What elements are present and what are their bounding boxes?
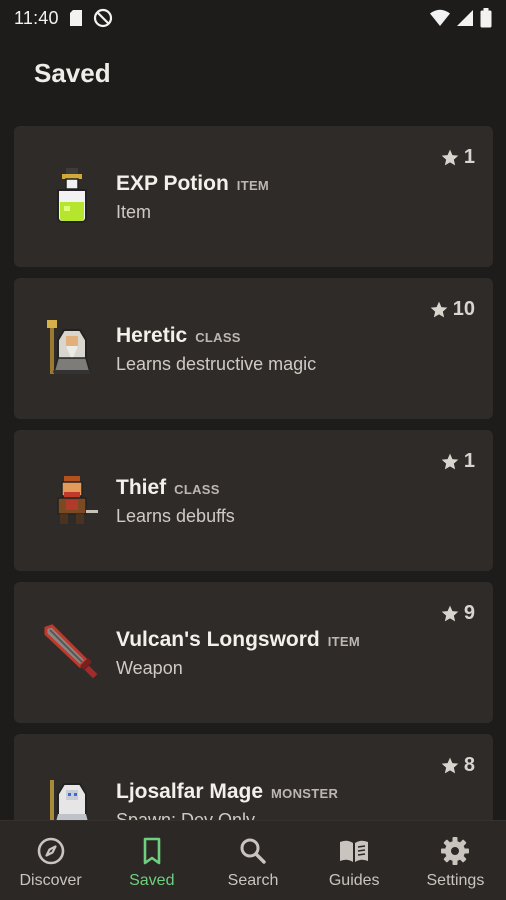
card-name: EXP Potion [116, 172, 229, 195]
compass-icon [37, 837, 64, 865]
page-title: Saved [34, 58, 111, 88]
card-subtitle: Weapon [116, 658, 183, 678]
card-type: ITEM [236, 178, 270, 193]
do-not-disturb-icon [93, 8, 112, 28]
wifi-icon [430, 9, 450, 26]
favorites-count: 1 [440, 146, 475, 169]
card-name: Vulcan's Longsword [116, 628, 320, 651]
thief-icon [57, 476, 98, 524]
favorites-number: 8 [463, 754, 475, 776]
favorites-count: 8 [440, 754, 475, 777]
nav-settings[interactable]: Settings [405, 821, 506, 900]
favorites-count: 10 [429, 298, 475, 321]
saved-card-ljosalfar-mage[interactable]: Ljosalfar Mage MONSTER Spawn: Dev Only 8 [14, 734, 493, 820]
gear-icon [441, 837, 470, 865]
star-icon [441, 757, 459, 773]
bottom-navigation: Discover Saved Search Guides Settings [0, 820, 506, 900]
book-icon [340, 840, 369, 862]
bookmark-icon [143, 837, 161, 865]
card-title-row: Thief CLASS [116, 476, 220, 500]
star-icon [441, 149, 459, 165]
nav-label: Guides [328, 872, 380, 889]
signal-icon [457, 10, 473, 26]
search-icon [240, 838, 266, 864]
nav-saved[interactable]: Saved [101, 821, 202, 900]
saved-card-thief[interactable]: Thief CLASS Learns debuffs 1 [14, 430, 493, 571]
card-title-row: EXP Potion ITEM [116, 172, 269, 196]
potion-icon [57, 168, 87, 223]
card-name: Ljosalfar Mage [116, 780, 264, 803]
favorites-number: 10 [452, 298, 475, 320]
nav-label: Saved [129, 872, 175, 889]
card-type: MONSTER [271, 786, 339, 801]
saved-list[interactable]: EXP Potion ITEM Item 1 Heretic CLASS Lea… [14, 126, 493, 820]
card-type: CLASS [174, 482, 220, 497]
nav-search[interactable]: Search [202, 821, 303, 900]
card-name: Thief [116, 476, 167, 499]
sd-card-icon [69, 10, 82, 26]
card-subtitle: Learns destructive magic [116, 354, 317, 374]
saved-card-exp-potion[interactable]: EXP Potion ITEM Item 1 [14, 126, 493, 267]
card-subtitle: Learns debuffs [116, 506, 235, 526]
nav-label: Discover [19, 872, 82, 889]
saved-card-vulcans-longsword[interactable]: Vulcan's Longsword ITEM Weapon 9 [14, 582, 493, 723]
card-subtitle: Spawn: Dev Only [116, 810, 256, 820]
nav-discover[interactable]: Discover [0, 821, 101, 900]
card-title-row: Vulcan's Longsword ITEM [116, 628, 360, 652]
star-icon [441, 453, 459, 469]
heretic-icon [47, 320, 91, 374]
mage-icon [50, 780, 88, 820]
card-name: Heretic [116, 324, 188, 347]
star-icon [441, 605, 459, 621]
favorites-count: 9 [440, 602, 475, 625]
card-title-row: Ljosalfar Mage MONSTER [116, 780, 338, 804]
nav-label: Settings [426, 872, 485, 889]
nav-guides[interactable]: Guides [304, 821, 405, 900]
nav-label: Search [227, 872, 279, 889]
star-icon [430, 301, 448, 317]
card-title-row: Heretic CLASS [116, 324, 241, 348]
favorites-number: 9 [463, 602, 475, 624]
sword-icon [44, 624, 98, 679]
favorites-number: 1 [463, 146, 475, 168]
status-time: 11:40 [14, 7, 59, 28]
card-subtitle: Item [116, 202, 152, 222]
status-bar: 11:40 [0, 0, 506, 36]
card-type: CLASS [195, 330, 241, 345]
battery-icon [480, 8, 492, 28]
card-type: ITEM [327, 634, 361, 649]
favorites-number: 1 [463, 450, 475, 472]
saved-card-heretic[interactable]: Heretic CLASS Learns destructive magic 1… [14, 278, 493, 419]
favorites-count: 1 [440, 450, 475, 473]
